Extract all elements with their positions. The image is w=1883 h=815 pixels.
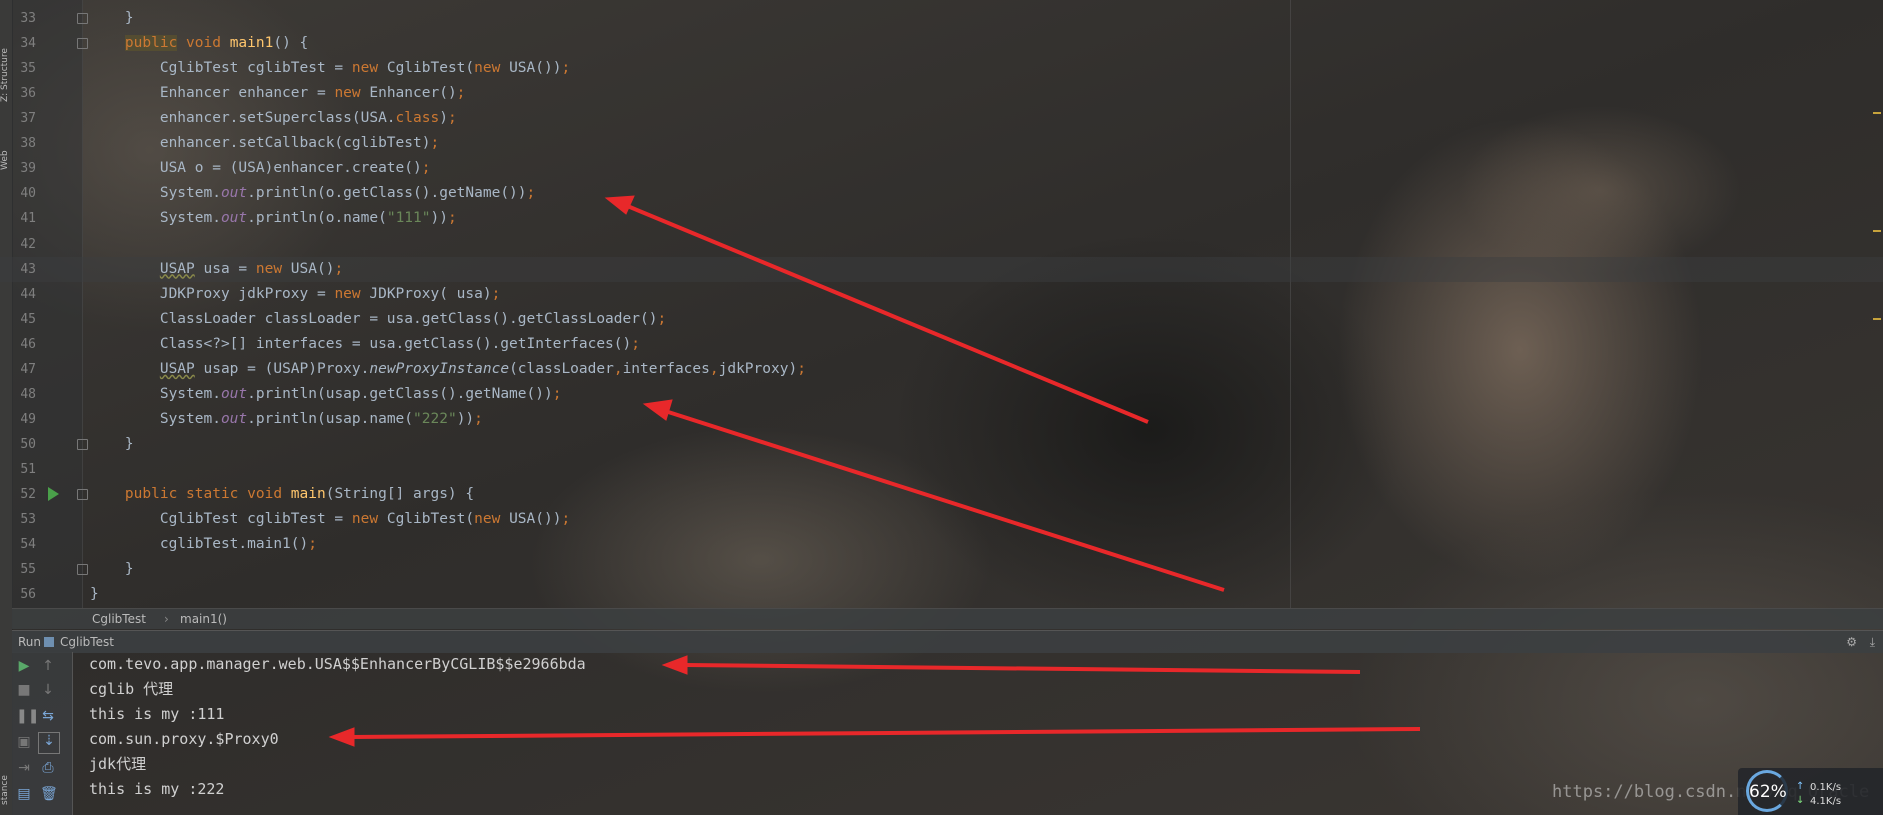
annotation-arrow [661, 408, 1225, 592]
annotation-arrow [624, 203, 1149, 424]
annotation-arrows [328, 195, 1421, 747]
cpu-gauge: 62% [1746, 770, 1788, 812]
download-arrow-icon: ↓ [1796, 795, 1805, 806]
annotation-arrow [684, 663, 1361, 674]
arrowhead [328, 727, 355, 747]
arrowhead [661, 655, 688, 675]
arrowhead [642, 399, 673, 421]
upload-arrow-icon: ↑ [1796, 781, 1805, 792]
arrowhead [604, 195, 635, 215]
upload-speed: 0.1K/s [1810, 782, 1842, 793]
download-speed: 4.1K/s [1810, 796, 1842, 807]
network-monitor-widget[interactable]: 62% ↑ 0.1K/s ↓ 4.1K/s [1738, 768, 1883, 815]
annotation-arrow [351, 727, 1421, 739]
